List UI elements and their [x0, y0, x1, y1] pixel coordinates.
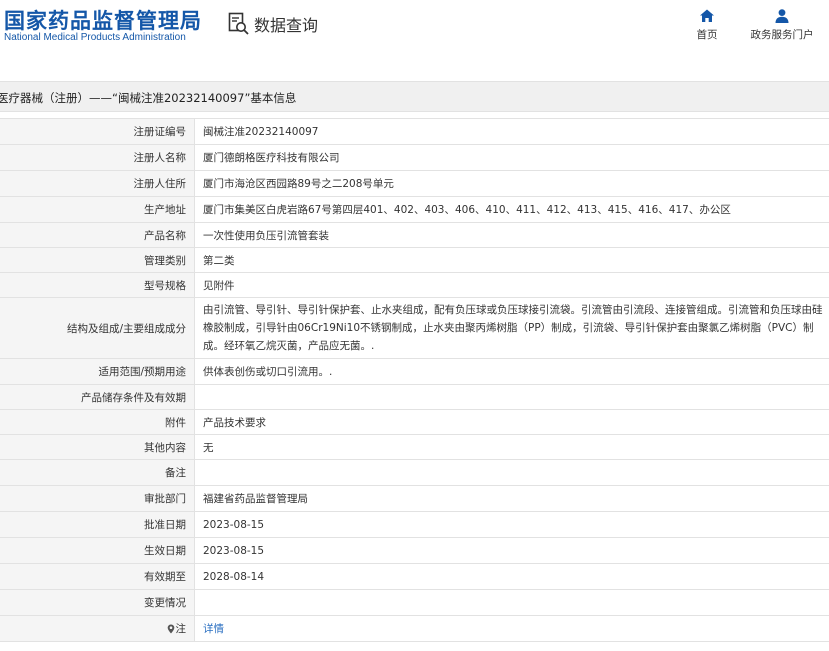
row-value: [195, 385, 829, 409]
table-row: 注册人名称 厦门德朗格医疗科技有限公司: [0, 145, 829, 171]
row-label: 备注: [0, 460, 195, 485]
table-row: 产品储存条件及有效期: [0, 385, 829, 410]
table-row: 管理类别 第二类: [0, 248, 829, 273]
note-label: 注: [175, 623, 187, 635]
map-pin-icon: [167, 624, 174, 633]
row-value: 厦门市海沧区西园路89号之二208号单元: [203, 178, 394, 190]
row-label: 批准日期: [0, 512, 195, 537]
row-value: 闽械注准20232140097: [203, 126, 319, 138]
row-label: 注册人住所: [0, 171, 195, 196]
row-value: 由引流管、导引针、导引针保护套、止水夹组成，配有负压球或负压球接引流袋。引流管由…: [203, 304, 823, 352]
table-row: 注册人住所 厦门市海沧区西园路89号之二208号单元: [0, 171, 829, 197]
detail-table: 注册证编号 闽械注准20232140097 注册人名称 厦门德朗格医疗科技有限公…: [0, 118, 829, 642]
nav-gov-label: 政务服务门户: [750, 29, 814, 41]
table-row: 审批部门 福建省药品监督管理局: [0, 486, 829, 512]
row-value: 厦门市集美区白虎岩路67号第四层401、402、403、406、410、411、…: [203, 204, 731, 216]
table-row: 备注: [0, 460, 829, 486]
row-value: 2023-08-15: [203, 544, 265, 557]
breadcrumb: 医疗器械（注册）——“闽械注准20232140097”基本信息: [0, 81, 829, 112]
details-link[interactable]: 详情: [203, 621, 224, 636]
row-value: 产品技术要求: [203, 416, 266, 429]
table-row: 结构及组成/主要组成成分 由引流管、导引针、导引针保护套、止水夹组成，配有负压球…: [0, 298, 829, 359]
row-value: 供体表创伤或切口引流用。.: [203, 366, 333, 378]
nav-gov-services[interactable]: 政务服务门户: [748, 8, 816, 42]
row-label: 变更情况: [0, 590, 195, 615]
row-label: 其他内容: [0, 435, 195, 459]
home-icon: [700, 9, 714, 22]
row-label: 有效期至: [0, 564, 195, 589]
search-document-icon: [228, 12, 249, 35]
row-label: 生效日期: [0, 538, 195, 563]
data-query-label: 数据查询: [254, 16, 319, 35]
table-row: 附件 产品技术要求: [0, 410, 829, 435]
table-row: 变更情况: [0, 590, 829, 616]
row-label: 适用范围/预期用途: [0, 359, 195, 384]
row-value: 详情: [195, 616, 829, 641]
row-value: 福建省药品监督管理局: [203, 493, 308, 505]
row-value: 第二类: [203, 254, 235, 267]
row-value: 见附件: [203, 279, 235, 292]
table-row: 产品名称 一次性使用负压引流管套装: [0, 223, 829, 248]
row-value: 2028-08-14: [203, 570, 265, 583]
table-row: 其他内容 无: [0, 435, 829, 460]
row-label: 生产地址: [0, 197, 195, 222]
row-value: [195, 590, 829, 615]
row-label: 结构及组成/主要组成成分: [0, 298, 195, 358]
table-row: 生产地址 厦门市集美区白虎岩路67号第四层401、402、403、406、410…: [0, 197, 829, 223]
site-header: 国家药品监督管理局 National Medical Products Admi…: [0, 0, 829, 80]
nav-home[interactable]: 首页: [690, 8, 724, 42]
row-value: 2023-08-15: [203, 518, 265, 531]
row-label: 附件: [0, 410, 195, 434]
data-query-link[interactable]: 数据查询: [228, 11, 318, 37]
nav-home-label: 首页: [696, 29, 718, 41]
row-label: 注册证编号: [0, 119, 195, 144]
row-label: 产品储存条件及有效期: [0, 385, 195, 409]
site-logo-cn[interactable]: 国家药品监督管理局: [4, 5, 202, 35]
table-row: 型号规格 见附件: [0, 273, 829, 298]
row-label: 注册人名称: [0, 145, 195, 170]
table-row: 生效日期 2023-08-15: [0, 538, 829, 564]
row-label: 审批部门: [0, 486, 195, 511]
table-row: 适用范围/预期用途 供体表创伤或切口引流用。.: [0, 359, 829, 385]
row-value: 无: [203, 441, 214, 454]
page-title: 医疗器械（注册）——“闽械注准20232140097”基本信息: [0, 91, 297, 105]
table-row: 注 详情: [0, 616, 829, 642]
user-icon: [775, 9, 789, 23]
row-label: 产品名称: [0, 223, 195, 247]
row-label: 注: [0, 616, 195, 641]
site-logo-en[interactable]: National Medical Products Administration: [4, 32, 186, 43]
row-value: [195, 460, 829, 485]
row-label: 管理类别: [0, 248, 195, 272]
row-label: 型号规格: [0, 273, 195, 297]
table-row: 注册证编号 闽械注准20232140097: [0, 119, 829, 145]
table-row: 批准日期 2023-08-15: [0, 512, 829, 538]
row-value: 一次性使用负压引流管套装: [203, 229, 329, 242]
table-row: 有效期至 2028-08-14: [0, 564, 829, 590]
row-value: 厦门德朗格医疗科技有限公司: [203, 152, 340, 164]
